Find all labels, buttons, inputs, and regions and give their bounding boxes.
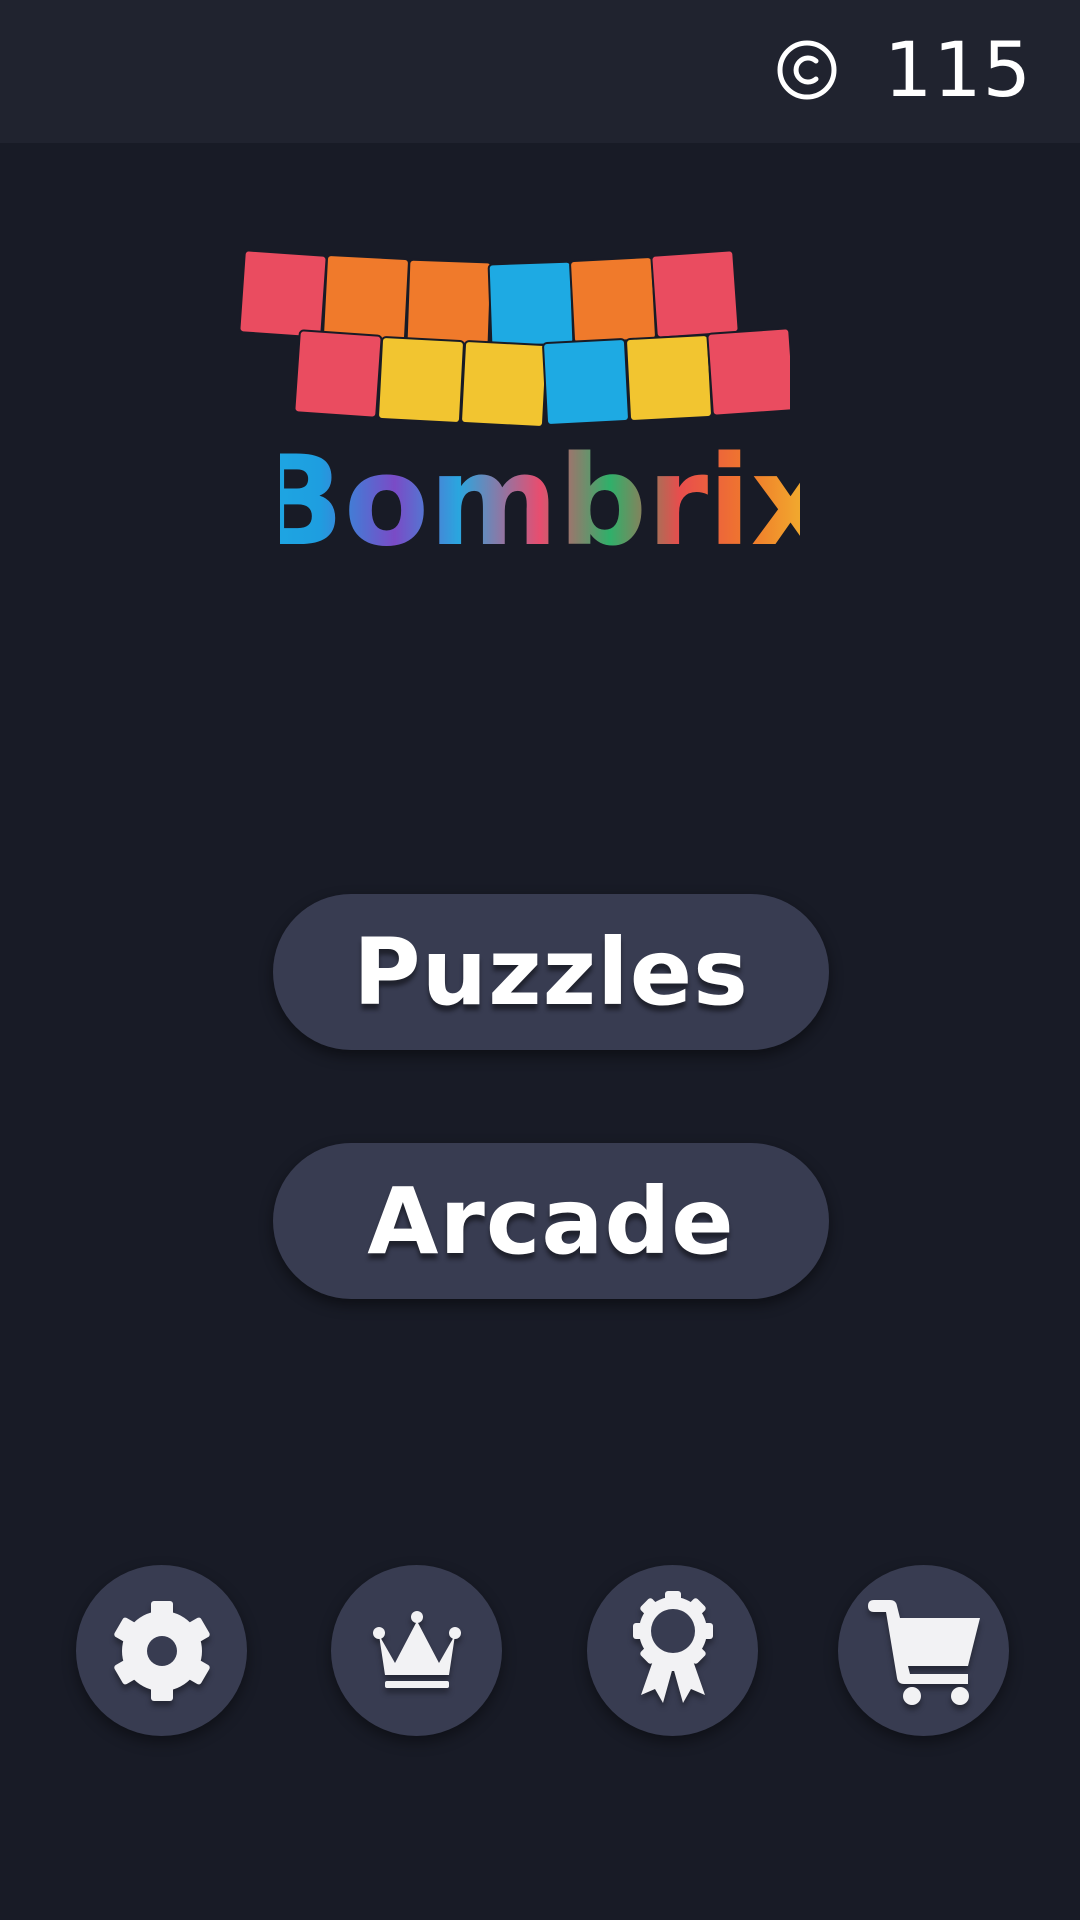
logo-title-text: Bombrix	[280, 432, 800, 562]
logo-block-bottom-6	[706, 327, 790, 417]
ribbon-award-icon	[632, 1590, 713, 1703]
arcade-button-label: Arcade	[367, 1167, 735, 1275]
logo-block-top-4	[487, 260, 575, 348]
puzzles-button-label: Puzzles	[353, 918, 749, 1026]
crown-icon	[372, 1610, 461, 1688]
puzzles-button[interactable]: Puzzles	[273, 894, 829, 1050]
leaderboard-button[interactable]	[331, 1565, 502, 1736]
logo-title: Bombrix	[0, 432, 1080, 566]
achievements-button[interactable]	[587, 1565, 758, 1736]
top-bar: 115	[0, 0, 1080, 143]
copyright-coin-icon	[777, 40, 837, 100]
coin-count: 115	[883, 25, 1032, 114]
logo-block-bottom-2	[377, 336, 465, 424]
logo-block-bottom-1	[293, 329, 383, 419]
logo-block-bottom-4	[542, 338, 630, 426]
logo-block-bottom-3	[460, 340, 548, 428]
gear-icon	[113, 1600, 210, 1701]
shopping-cart-icon	[867, 1599, 980, 1705]
logo-blocks	[238, 249, 790, 428]
logo-block-top-3	[405, 258, 493, 346]
logo-block-top-1	[238, 249, 328, 339]
logo-title-svg: Bombrix	[280, 432, 800, 562]
arcade-button[interactable]: Arcade	[273, 1143, 829, 1299]
logo-block-top-5	[569, 256, 657, 344]
logo-block-top-2	[322, 254, 410, 342]
logo-block-top-6	[650, 249, 740, 339]
coin-counter: 115	[776, 20, 1032, 120]
settings-button[interactable]	[76, 1565, 247, 1736]
shop-button[interactable]	[838, 1565, 1009, 1736]
logo-block-bottom-5	[625, 334, 713, 422]
